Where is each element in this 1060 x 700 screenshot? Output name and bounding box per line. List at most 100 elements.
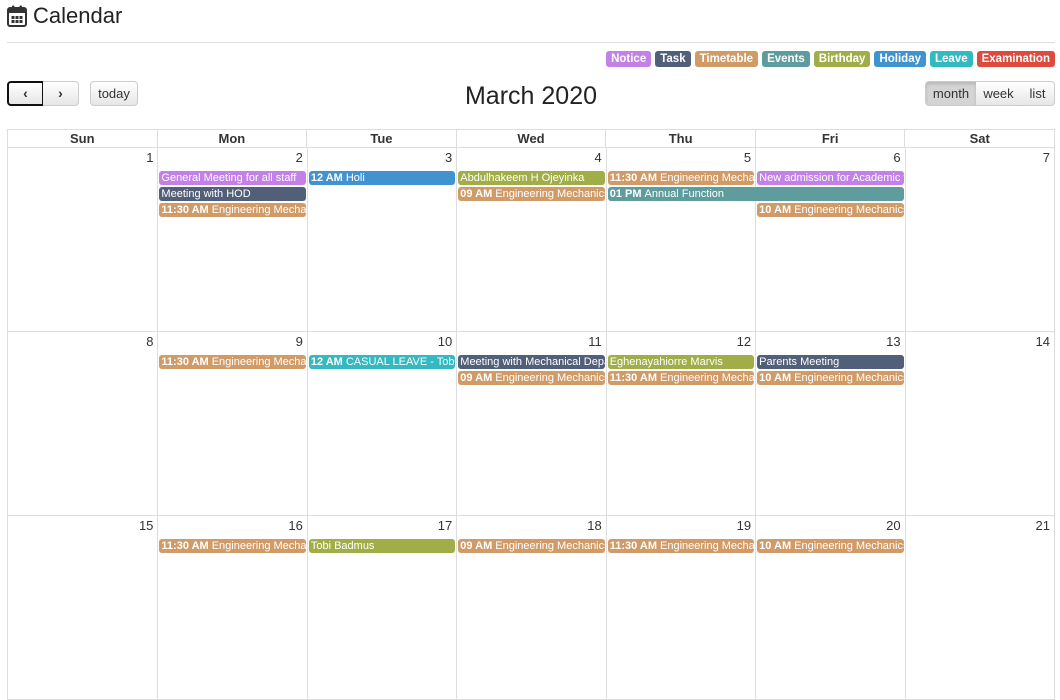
day-number[interactable]: 13	[886, 334, 900, 349]
weekday-header-sun: Sun	[70, 131, 95, 146]
day-cell[interactable]: 21	[904, 516, 1054, 699]
event-time: 10 AM	[759, 540, 792, 552]
calendar-event-timetable[interactable]: 10 AM Engineering Mechanics	[757, 371, 904, 385]
calendar-event-task[interactable]: Meeting with Mechanical Department	[458, 355, 605, 369]
legend-badge-notice: Notice	[606, 51, 652, 67]
next-month-button[interactable]: ›	[43, 81, 79, 106]
weekday-header-row: Sun Mon Tue Wed Thu Fri Sat	[7, 129, 1055, 148]
today-button[interactable]: today	[90, 81, 138, 106]
calendar-event-timetable[interactable]: 10 AM Engineering Mechanics	[757, 203, 904, 217]
day-number[interactable]: 17	[438, 518, 452, 533]
calendar-event-timetable[interactable]: 11:30 AMEngineering Mechanics	[607, 539, 755, 553]
event-time: 11:30 AM	[161, 204, 209, 216]
weekday-header-tue: Tue	[306, 130, 456, 147]
day-cell[interactable]: 14	[904, 332, 1054, 515]
event-title: Parents Meeting	[759, 356, 840, 368]
event-title: Meeting with Mechanical Department	[460, 356, 604, 368]
legend-badge-task: Task	[655, 51, 691, 67]
page-title: Calendar	[33, 3, 123, 28]
event-time: 09 AM	[460, 372, 493, 384]
day-number[interactable]: 14	[1036, 334, 1050, 349]
day-cell[interactable]: 7	[904, 148, 1054, 331]
day-number[interactable]: 11	[588, 334, 602, 349]
day-cell[interactable]: 8	[8, 332, 157, 515]
event-time: 01 PM	[609, 188, 642, 200]
weekday-header-fri: Fri	[754, 130, 905, 147]
day-number[interactable]: 19	[737, 518, 751, 533]
calendar-event-notice[interactable]: General Meeting for all staff	[159, 171, 306, 185]
event-time: 09 AM	[460, 540, 493, 552]
event-time: 10 AM	[759, 204, 792, 216]
weekday-header-wed: Wed	[455, 130, 606, 147]
prev-month-button[interactable]: ‹	[7, 81, 44, 106]
legend-badge-birthday: Birthday	[813, 51, 871, 67]
event-title: Engineering Mechanics	[794, 372, 904, 384]
calendar-event-timetable[interactable]: 11:30 AMEngineering Mechanics	[607, 371, 755, 385]
event-time: 11:30 AM	[161, 540, 209, 552]
day-number[interactable]: 1	[146, 150, 153, 165]
chevron-left-icon: ‹	[23, 85, 28, 101]
event-time: 12 AM	[310, 172, 343, 184]
event-title: Engineering Mechanics	[794, 204, 904, 216]
day-number[interactable]: 6	[893, 150, 900, 165]
view-month-button[interactable]: month	[925, 81, 977, 106]
day-number[interactable]: 12	[737, 334, 751, 349]
calendar-event-timetable[interactable]: 11:30 AMEngineering Mechanics	[159, 203, 306, 217]
day-number[interactable]: 21	[1036, 518, 1050, 533]
calendar-event-timetable[interactable]: 11:30 AMEngineering Mechanics	[159, 539, 306, 553]
day-number[interactable]: 7	[1043, 150, 1050, 165]
day-number[interactable]: 5	[744, 150, 751, 165]
event-time: 12 AM	[310, 356, 343, 368]
calendar-event-timetable[interactable]: 11:30 AMEngineering Mechanics	[607, 171, 755, 185]
day-number[interactable]: 18	[587, 518, 601, 533]
calendar-event-task[interactable]: Meeting with HOD	[159, 187, 306, 201]
event-title: Annual Function	[644, 188, 725, 200]
calendar-icon	[7, 5, 27, 27]
header-divider	[7, 42, 1055, 43]
event-title: Engineering Mechanics	[495, 188, 605, 200]
legend-badge-events: Events	[762, 51, 810, 67]
day-number[interactable]: 10	[438, 334, 452, 349]
day-number[interactable]: 16	[288, 518, 302, 533]
legend-badge-examination: Examination	[976, 51, 1055, 67]
event-title: Engineering Mechanics	[660, 372, 755, 384]
legend-badge-leave: Leave	[930, 51, 973, 67]
day-number[interactable]: 3	[445, 150, 452, 165]
calendar-event-timetable[interactable]: 09 AM Engineering Mechanics	[458, 539, 605, 553]
day-cell[interactable]: 15	[8, 516, 157, 699]
calendar-event-task[interactable]: Parents Meeting	[757, 355, 904, 369]
event-title: Abdulhakeem H Ojeyinka	[460, 172, 585, 184]
event-title: Engineering Mechanics	[211, 204, 306, 216]
event-title: Meeting with HOD	[161, 188, 251, 200]
calendar-event-notice[interactable]: New admission for Academic year	[757, 171, 904, 185]
calendar-event-timetable[interactable]: 09 AM Engineering Mechanics	[458, 371, 605, 385]
event-title: Engineering Mechanics	[794, 540, 904, 552]
day-cell[interactable]: 1	[8, 148, 157, 331]
week-row: 1516171819202111:30 AMEngineering Mechan…	[7, 516, 1055, 700]
day-number[interactable]: 2	[296, 150, 303, 165]
day-number[interactable]: 15	[139, 518, 153, 533]
calendar-event-timetable[interactable]: 11:30 AMEngineering Mechanics	[159, 355, 306, 369]
calendar-event-events[interactable]: 01 PM Annual Function	[607, 187, 904, 201]
month-grid: Sun Mon Tue Wed Thu Fri Sat 1 2 3 4 5 6 7 General Mee…	[7, 129, 1055, 700]
event-type-legend: Notice Task Timetable Events Birthday Holiday…	[606, 51, 1055, 67]
calendar-event-timetable[interactable]: 09 AM Engineering Mechanics	[458, 187, 605, 201]
view-list-button[interactable]: list	[1021, 81, 1055, 106]
legend-badge-holiday: Holiday	[874, 51, 926, 67]
calendar-event-holiday[interactable]: 12 AM Holi	[308, 171, 456, 185]
event-title: New admission for Academic year	[759, 172, 903, 184]
week-row: 89101112131411:30 AMEngineering Mechanic…	[7, 332, 1055, 516]
event-title: Engineering Mechanics	[495, 372, 605, 384]
day-number[interactable]: 8	[146, 334, 153, 349]
calendar-event-timetable[interactable]: 10 AM Engineering Mechanics	[757, 539, 904, 553]
calendar-event-birthday[interactable]: Abdulhakeem H Ojeyinka	[458, 171, 605, 185]
day-number[interactable]: 20	[886, 518, 900, 533]
view-week-button[interactable]: week	[976, 81, 1022, 106]
day-number[interactable]: 9	[296, 334, 303, 349]
event-time: 11:30 AM	[161, 356, 209, 368]
day-number[interactable]: 4	[594, 150, 601, 165]
calendar-event-birthday[interactable]: Tobi Badmus	[308, 539, 456, 553]
calendar-event-leave[interactable]: 12 AM CASUAL LEAVE - Tobi	[308, 355, 456, 369]
legend-badge-timetable: Timetable	[694, 51, 759, 67]
calendar-event-birthday[interactable]: Eghenayahiorre Marvis	[607, 355, 755, 369]
